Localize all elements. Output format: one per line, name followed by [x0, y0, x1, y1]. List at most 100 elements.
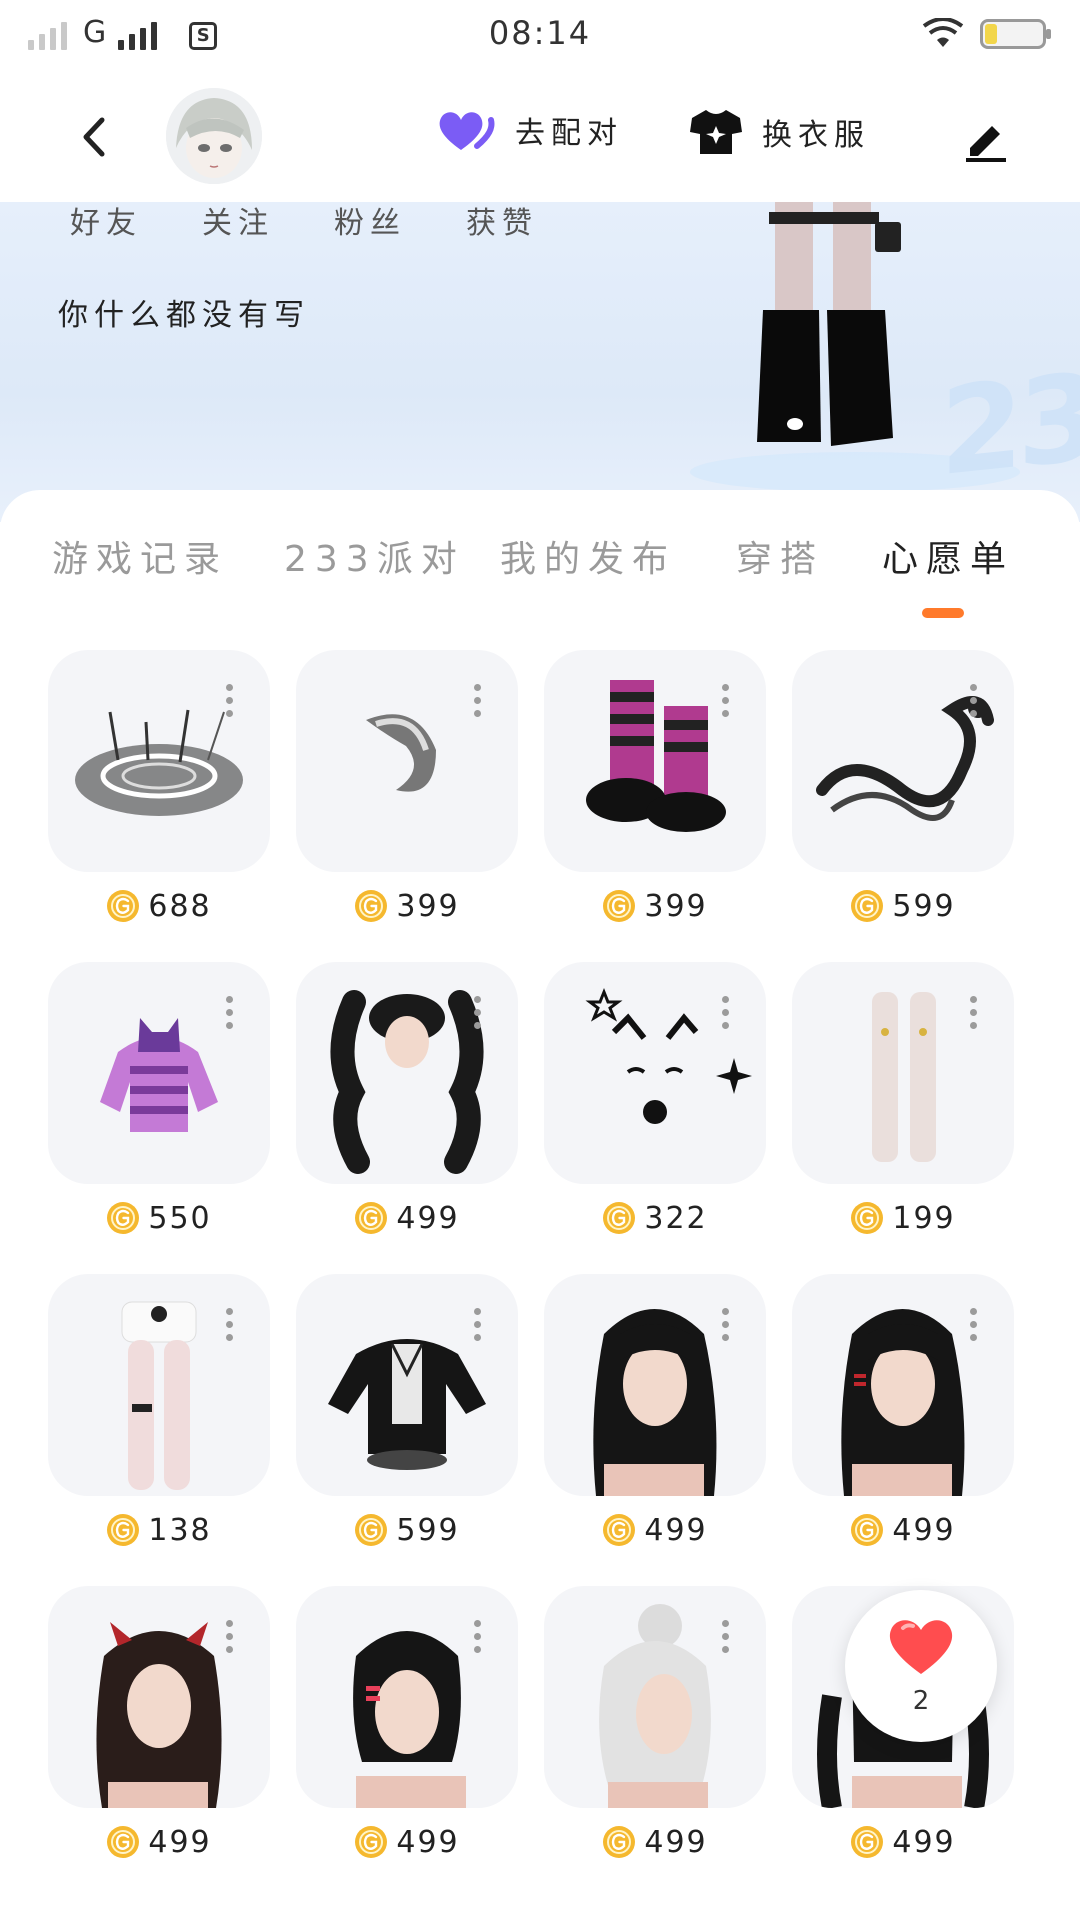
tab-233-party[interactable]: 233派对 — [284, 530, 465, 582]
more-options-icon[interactable] — [968, 684, 978, 724]
heart-match-icon — [439, 112, 495, 150]
wishlist-item-thumbnail[interactable] — [544, 650, 766, 872]
wishlist-item[interactable]: 399 — [296, 650, 518, 926]
more-options-icon[interactable] — [720, 1620, 730, 1660]
tab-my-posts[interactable]: 我的发布 — [500, 530, 676, 582]
g-coin-icon — [603, 1514, 636, 1546]
stat-likes-label[interactable]: 获赞 — [466, 202, 538, 242]
more-options-icon[interactable] — [720, 996, 730, 1036]
tab-active-indicator — [922, 608, 964, 618]
wishlist-item-thumbnail[interactable] — [48, 1586, 270, 1808]
wishlist-item[interactable]: 322 — [544, 962, 766, 1238]
more-options-icon[interactable] — [968, 996, 978, 1036]
more-options-icon[interactable] — [720, 1308, 730, 1348]
wishlist-item-thumbnail[interactable] — [296, 1274, 518, 1496]
profile-header: 去配对 换衣服 — [0, 72, 1080, 202]
favorite-button[interactable]: 2 — [845, 1590, 997, 1742]
g-coin-icon — [107, 1826, 140, 1858]
wishlist-item[interactable]: 199 — [792, 962, 1014, 1238]
profile-banner: 好友 关注 粉丝 获赞 你什么都没有写 233 — [0, 202, 1080, 522]
more-options-icon[interactable] — [224, 1620, 234, 1660]
wishlist-item-price: 499 — [544, 1510, 766, 1550]
wishlist-item-thumbnail[interactable] — [792, 650, 1014, 872]
status-bar: G S 08:14 — [0, 0, 1080, 72]
wishlist-item-thumbnail[interactable] — [544, 962, 766, 1184]
tab-game-records[interactable]: 游戏记录 — [52, 530, 228, 582]
more-options-icon[interactable] — [472, 1308, 482, 1348]
g-coin-icon — [851, 1202, 884, 1234]
wifi-icon — [922, 18, 964, 47]
profile-tabs: 游戏记录 233派对 我的发布 穿搭 心愿单 — [0, 530, 1080, 600]
more-options-icon[interactable] — [968, 1308, 978, 1348]
wishlist-item-price: 499 — [48, 1822, 270, 1862]
stat-friends-label[interactable]: 好友 — [70, 202, 142, 242]
stat-following-label[interactable]: 关注 — [202, 202, 274, 242]
wishlist-item-price: 199 — [792, 1198, 1014, 1238]
tab-outfits[interactable]: 穿搭 — [736, 530, 824, 582]
devil-horn-hair-icon — [96, 1622, 222, 1808]
wishlist-item[interactable]: 599 — [296, 1274, 518, 1550]
wishlist-item-price-value: 399 — [396, 888, 460, 924]
wishlist-item-thumbnail[interactable] — [296, 962, 518, 1184]
wishlist-item-price: 550 — [48, 1198, 270, 1238]
fluffy-tail-icon — [366, 714, 436, 792]
stat-fans-label[interactable]: 粉丝 — [334, 202, 406, 242]
wishlist-item-price: 499 — [544, 1822, 766, 1862]
wishlist-item-price-value: 499 — [396, 1824, 460, 1860]
wishlist-item-thumbnail[interactable] — [792, 962, 1014, 1184]
edit-icon[interactable] — [960, 114, 1010, 164]
g-coin-icon — [107, 890, 140, 922]
tab-wishlist[interactable]: 心愿单 — [882, 530, 1014, 582]
more-options-icon[interactable] — [472, 996, 482, 1036]
wishlist-item-price-value: 399 — [644, 888, 708, 924]
wishlist-item[interactable]: 138 — [48, 1274, 270, 1550]
wishlist-item-thumbnail[interactable] — [48, 962, 270, 1184]
g-coin-icon — [355, 1514, 388, 1546]
wishlist-item-price-value: 499 — [892, 1512, 956, 1548]
wishlist-item-thumbnail[interactable] — [296, 650, 518, 872]
battery-icon — [980, 19, 1051, 49]
heart-icon — [889, 1620, 953, 1674]
clock: 08:14 — [488, 14, 592, 52]
wishlist-item-price: 688 — [48, 886, 270, 926]
wishlist-item-price-value: 599 — [396, 1512, 460, 1548]
favorite-count: 2 — [912, 1686, 930, 1716]
more-options-icon[interactable] — [224, 1308, 234, 1348]
wishlist-item[interactable]: 499 — [544, 1586, 766, 1862]
more-options-icon[interactable] — [720, 684, 730, 724]
wishlist-item-thumbnail[interactable] — [48, 1274, 270, 1496]
wishlist-item-price: 499 — [296, 1822, 518, 1862]
white-bun-hair-icon — [599, 1604, 711, 1808]
wishlist-item-thumbnail[interactable] — [792, 1274, 1014, 1496]
back-icon[interactable] — [70, 112, 120, 162]
match-button[interactable]: 去配对 — [437, 108, 623, 152]
more-options-icon[interactable] — [472, 684, 482, 724]
wishlist-item[interactable]: 550 — [48, 962, 270, 1238]
wishlist-item[interactable]: 499 — [544, 1274, 766, 1550]
wishlist-item-thumbnail[interactable] — [544, 1274, 766, 1496]
striped-boots-icon — [586, 680, 726, 832]
wishlist-item[interactable]: 399 — [544, 650, 766, 926]
more-options-icon[interactable] — [224, 684, 234, 724]
g-coin-icon — [355, 1826, 388, 1858]
profile-stats: 好友 关注 粉丝 获赞 — [70, 202, 538, 242]
wishlist-item-thumbnail[interactable] — [544, 1586, 766, 1808]
avatar[interactable] — [166, 88, 262, 184]
wishlist-item-price: 399 — [544, 886, 766, 926]
more-options-icon[interactable] — [472, 1620, 482, 1660]
wishlist-item-price-value: 322 — [644, 1200, 708, 1236]
more-options-icon[interactable] — [224, 996, 234, 1036]
wishlist-item[interactable]: 499 — [296, 1586, 518, 1862]
wishlist-item[interactable]: 688 — [48, 650, 270, 926]
wishlist-item-thumbnail[interactable] — [48, 650, 270, 872]
g-coin-icon — [603, 890, 636, 922]
wishlist-item-thumbnail[interactable] — [296, 1586, 518, 1808]
g-coin-icon — [851, 1514, 884, 1546]
wishlist-item[interactable]: 499 — [48, 1586, 270, 1862]
g-coin-icon — [603, 1202, 636, 1234]
wishlist-item[interactable]: 599 — [792, 650, 1014, 926]
wishlist-item-price-value: 199 — [892, 1200, 956, 1236]
wishlist-item[interactable]: 499 — [296, 962, 518, 1238]
change-outfit-button[interactable]: 换衣服 — [688, 108, 870, 156]
wishlist-item[interactable]: 499 — [792, 1274, 1014, 1550]
